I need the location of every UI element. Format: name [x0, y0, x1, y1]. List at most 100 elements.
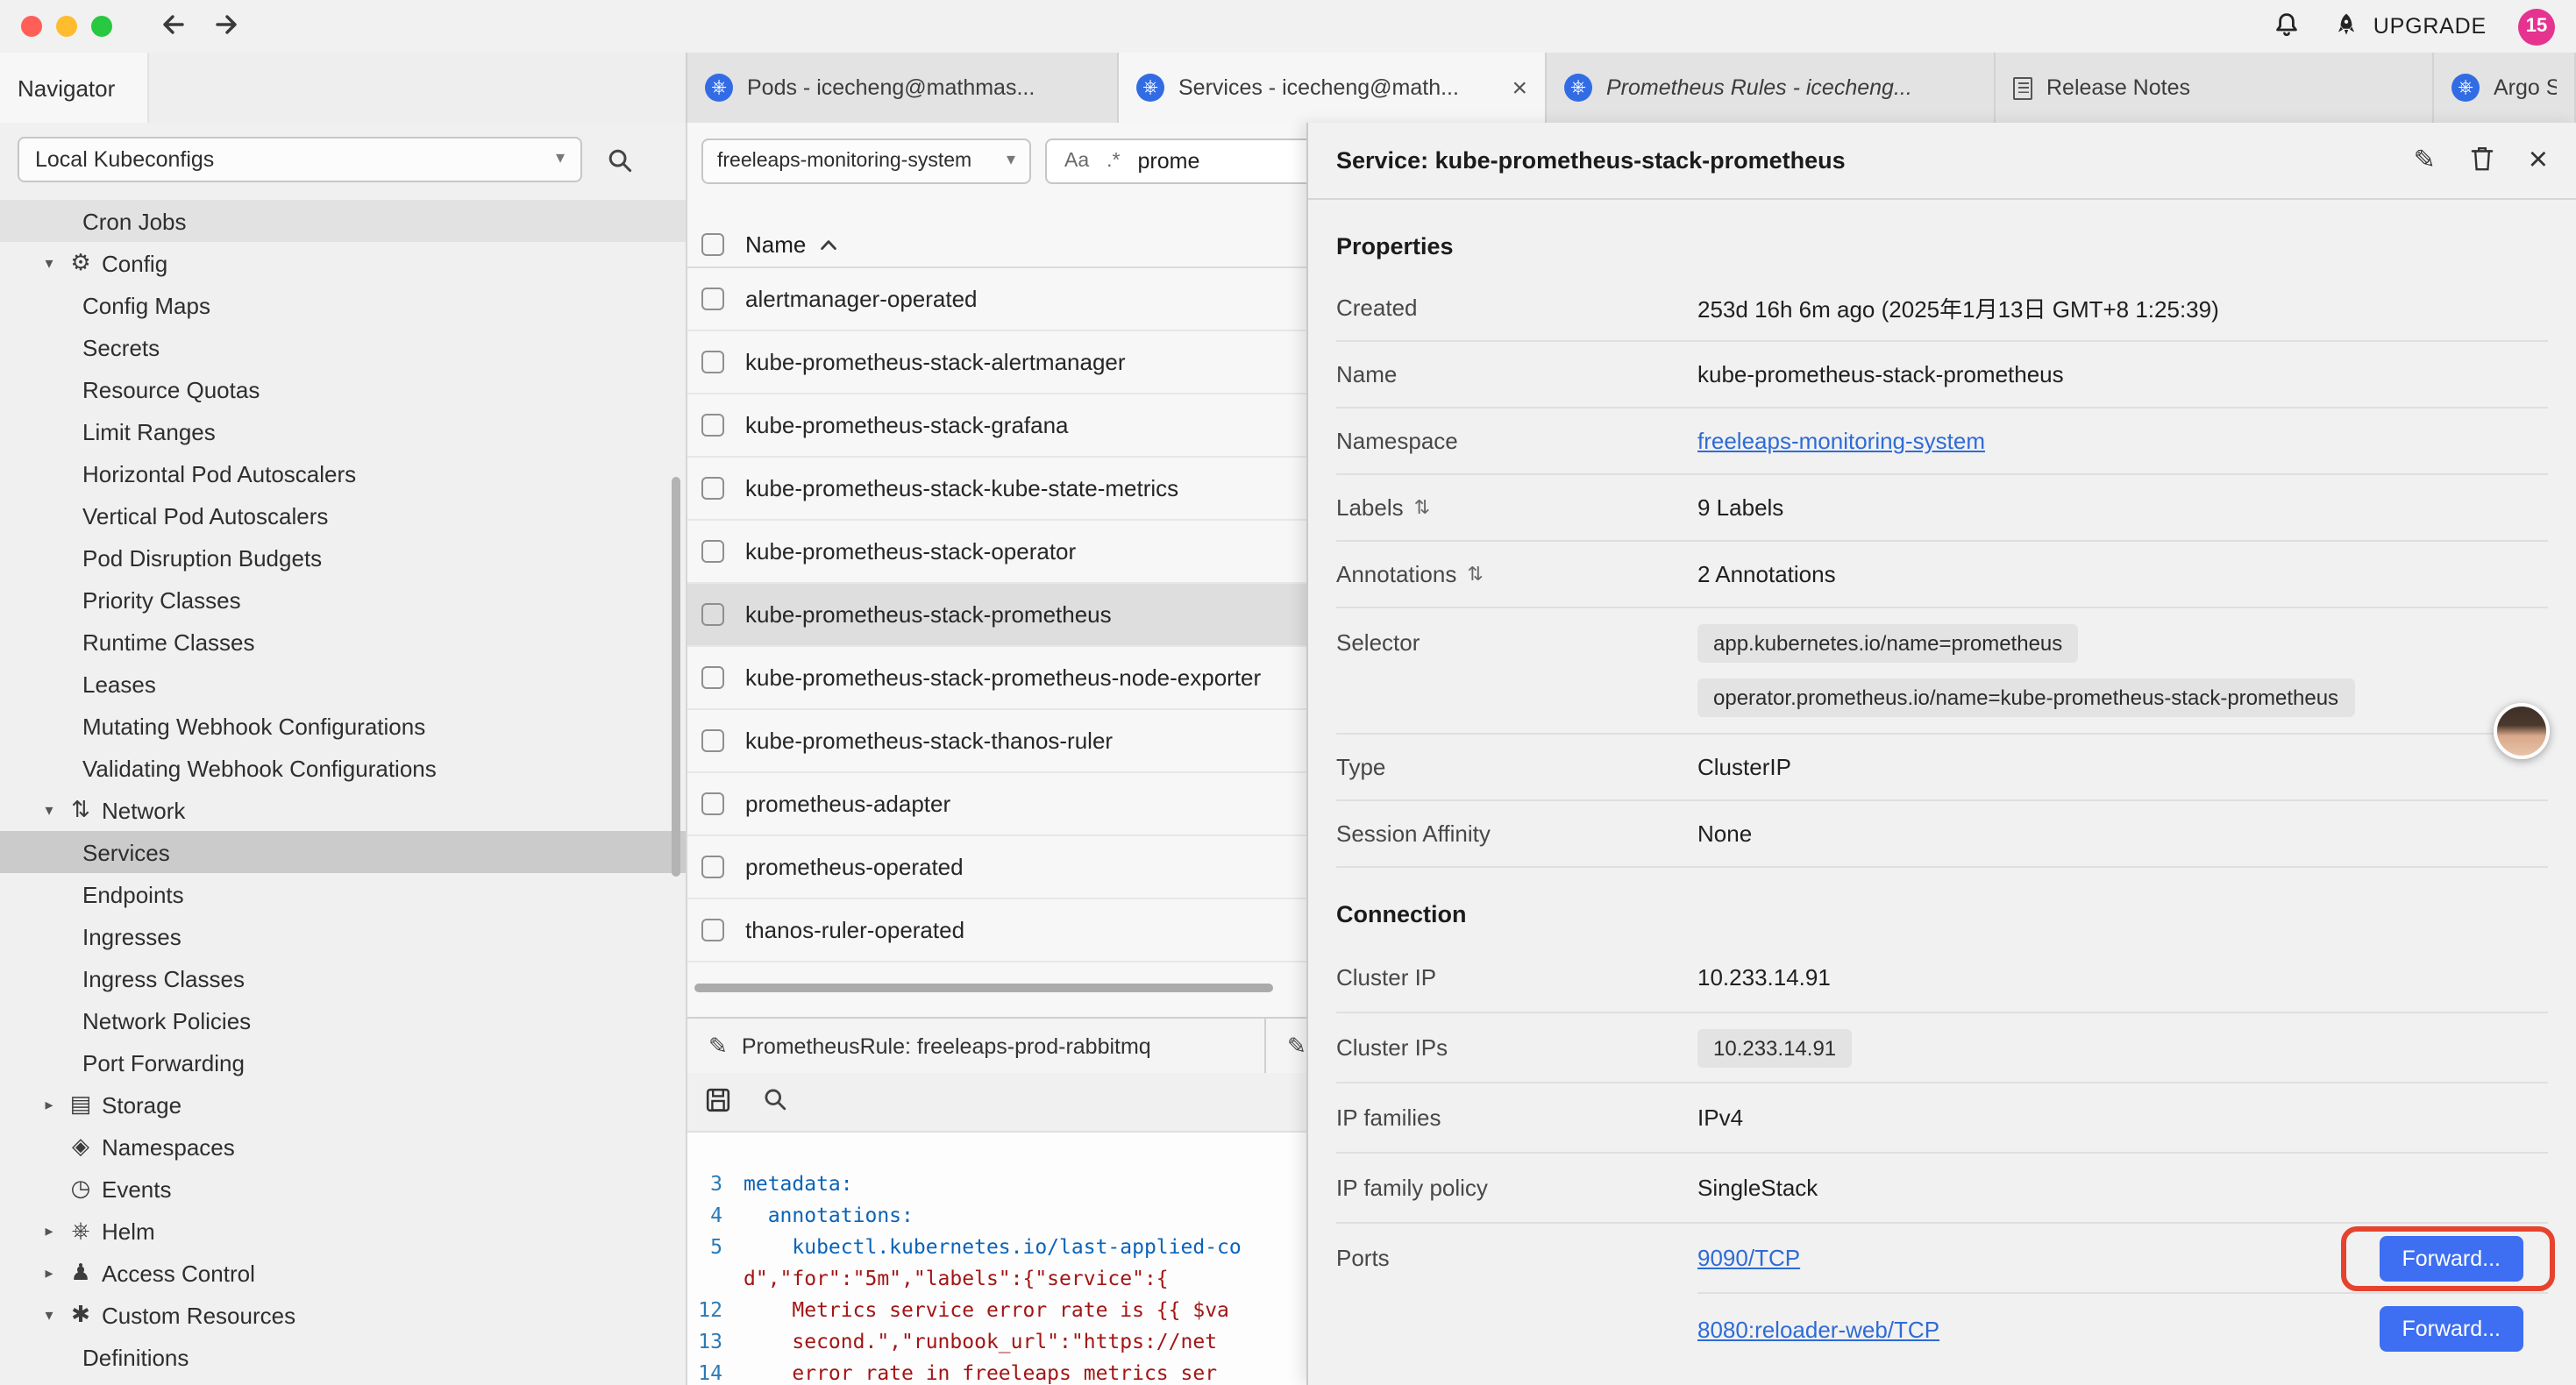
sidebar-item-helm[interactable]: ▸⎈Helm — [0, 1210, 686, 1252]
row-checkbox[interactable] — [701, 792, 724, 815]
sidebar-item-namespaces[interactable]: ◈Namespaces — [0, 1126, 686, 1168]
custom-resources-icon: ✱ — [63, 1301, 98, 1329]
sidebar-item-ingresses[interactable]: Ingresses — [0, 915, 686, 957]
row-checkbox[interactable] — [701, 856, 724, 878]
sidebar-item-pod-disruption-budgets[interactable]: Pod Disruption Budgets — [0, 536, 686, 579]
close-tab-icon[interactable]: × — [1512, 75, 1527, 101]
scrollbar-thumb[interactable] — [694, 984, 1273, 992]
property-row-session-affinity: Session Affinity None — [1336, 801, 2548, 868]
kubeconfig-row: Local Kubeconfigs ▾ — [0, 123, 686, 193]
sidebar-item-priority-classes[interactable]: Priority Classes — [0, 579, 686, 621]
drawer-title: Service: kube-prometheus-stack-prometheu… — [1336, 147, 1846, 174]
port-link[interactable]: 9090/TCP — [1697, 1245, 1800, 1271]
select-all-checkbox[interactable] — [701, 233, 724, 256]
row-checkbox[interactable] — [701, 351, 724, 373]
sidebar-item-definitions[interactable]: Definitions — [0, 1336, 686, 1378]
sidebar-item-validating-webhook-configurations[interactable]: Validating Webhook Configurations — [0, 747, 686, 789]
tab-release-notes[interactable]: Release Notes — [1996, 53, 2434, 123]
sidebar-item-access-control[interactable]: ▸♟Access Control — [0, 1252, 686, 1294]
notifications-badge[interactable]: 15 — [2518, 8, 2555, 45]
close-window-button[interactable] — [21, 16, 42, 37]
row-checkbox[interactable] — [701, 666, 724, 689]
save-icon[interactable] — [705, 1086, 731, 1118]
bell-icon[interactable] — [2274, 10, 2302, 43]
port-link[interactable]: 8080:reloader-web/TCP — [1697, 1316, 1939, 1342]
name-column-header[interactable]: Name — [745, 231, 806, 258]
expand-updown-icon[interactable]: ⇅ — [1414, 496, 1430, 519]
expand-updown-icon[interactable]: ⇅ — [1467, 563, 1483, 586]
property-row-ip-family-policy: IP family policy SingleStack — [1336, 1154, 2548, 1224]
sidebar-item-runtime-classes[interactable]: Runtime Classes — [0, 621, 686, 663]
match-case-toggle[interactable]: Aa — [1064, 151, 1089, 172]
storage-icon: ▤ — [63, 1090, 98, 1119]
row-checkbox[interactable] — [701, 477, 724, 500]
forward-button[interactable]: Forward... — [2379, 1306, 2523, 1352]
kubeconfig-selector[interactable]: Local Kubeconfigs ▾ — [18, 137, 582, 182]
sidebar-item-secrets[interactable]: Secrets — [0, 326, 686, 368]
row-checkbox[interactable] — [701, 414, 724, 437]
back-button[interactable] — [158, 10, 188, 43]
sidebar-item-mutating-webhook-configurations[interactable]: Mutating Webhook Configurations — [0, 705, 686, 747]
forward-button[interactable] — [212, 10, 242, 43]
minimize-window-button[interactable] — [56, 16, 77, 37]
sidebar-item-storage[interactable]: ▸▤Storage — [0, 1083, 686, 1126]
sidebar-item-services[interactable]: Services — [0, 831, 686, 873]
forward-button[interactable]: Forward... — [2379, 1235, 2523, 1281]
chevron-down-icon: ▾ — [1007, 153, 1015, 170]
row-checkbox[interactable] — [701, 540, 724, 563]
resource-tree: Cron Jobs ▾⚙Config Config Maps Secrets R… — [0, 200, 686, 1378]
property-row-cluster-ips: Cluster IPs 10.233.14.91 — [1336, 1013, 2548, 1083]
sidebar-item-horizontal-pod-autoscalers[interactable]: Horizontal Pod Autoscalers — [0, 452, 686, 494]
sidebar-item-port-forwarding[interactable]: Port Forwarding — [0, 1041, 686, 1083]
sidebar-item-custom-resources[interactable]: ▾✱Custom Resources — [0, 1294, 686, 1336]
vertical-scrollbar[interactable] — [672, 477, 680, 877]
window-controls — [21, 16, 112, 37]
chevron-right-icon: ▸ — [35, 1221, 63, 1240]
row-checkbox[interactable] — [701, 729, 724, 752]
sidebar-item-leases[interactable]: Leases — [0, 663, 686, 705]
chevron-down-icon: ▾ — [35, 253, 63, 273]
sidebar-item-config-maps[interactable]: Config Maps — [0, 284, 686, 326]
tab-pods[interactable]: ⎈ Pods - icecheng@mathmas... — [687, 53, 1119, 123]
property-row-selector: Selector app.kubernetes.io/name=promethe… — [1336, 608, 2548, 735]
helm-icon: ⎈ — [63, 1217, 98, 1245]
namespace-link[interactable]: freeleaps-monitoring-system — [1697, 428, 1985, 454]
navigator-header: Navigator — [0, 53, 686, 123]
sidebar-item-limit-ranges[interactable]: Limit Ranges — [0, 410, 686, 452]
property-row-namespace: Namespace freeleaps-monitoring-system — [1336, 408, 2548, 475]
user-avatar[interactable] — [2494, 703, 2550, 759]
tab-argo[interactable]: ⎈ Argo S — [2434, 53, 2576, 123]
sidebar-item-network[interactable]: ▾⇅Network — [0, 789, 686, 831]
tab-services[interactable]: ⎈ Services - icecheng@math... × — [1119, 53, 1547, 123]
property-row-ports: Ports 9090/TCP Forward... 8080:reloader-… — [1336, 1224, 2548, 1364]
upgrade-button[interactable]: UPGRADE — [2333, 11, 2487, 41]
sidebar-item-cron-jobs[interactable]: Cron Jobs — [0, 200, 686, 242]
tab-prometheus-rules[interactable]: ⎈ Prometheus Rules - icecheng... — [1547, 53, 1996, 123]
namespace-selector[interactable]: freeleaps-monitoring-system ▾ — [701, 138, 1031, 184]
search-icon[interactable] — [607, 146, 633, 173]
chevron-right-icon: ▸ — [35, 1095, 63, 1114]
sidebar-item-config[interactable]: ▾⚙Config — [0, 242, 686, 284]
row-checkbox[interactable] — [701, 288, 724, 310]
sidebar-item-ingress-classes[interactable]: Ingress Classes — [0, 957, 686, 999]
search-icon[interactable] — [763, 1087, 787, 1117]
delete-icon[interactable] — [2471, 145, 2494, 176]
row-checkbox[interactable] — [701, 603, 724, 626]
history-nav — [158, 10, 242, 43]
rocket-icon — [2333, 11, 2361, 41]
pencil-icon: ✎ — [708, 1034, 728, 1057]
sidebar-item-endpoints[interactable]: Endpoints — [0, 873, 686, 915]
sidebar-item-events[interactable]: ◷Events — [0, 1168, 686, 1210]
sidebar-item-vertical-pod-autoscalers[interactable]: Vertical Pod Autoscalers — [0, 494, 686, 536]
close-icon[interactable]: × — [2529, 144, 2548, 177]
navigator-sidebar: Local Kubeconfigs ▾ Cron Jobs ▾⚙Config C… — [0, 123, 686, 1385]
port-row-9090: 9090/TCP Forward... — [1697, 1224, 2548, 1294]
row-checkbox[interactable] — [701, 919, 724, 941]
dock-tab-prometheusrule[interactable]: ✎ PrometheusRule: freeleaps-prod-rabbitm… — [687, 1019, 1266, 1073]
network-icon: ⇅ — [63, 796, 98, 824]
zoom-window-button[interactable] — [91, 16, 112, 37]
edit-icon[interactable]: ✎ — [2414, 147, 2436, 174]
sidebar-item-network-policies[interactable]: Network Policies — [0, 999, 686, 1041]
regex-toggle[interactable]: .* — [1107, 151, 1120, 172]
sidebar-item-resource-quotas[interactable]: Resource Quotas — [0, 368, 686, 410]
